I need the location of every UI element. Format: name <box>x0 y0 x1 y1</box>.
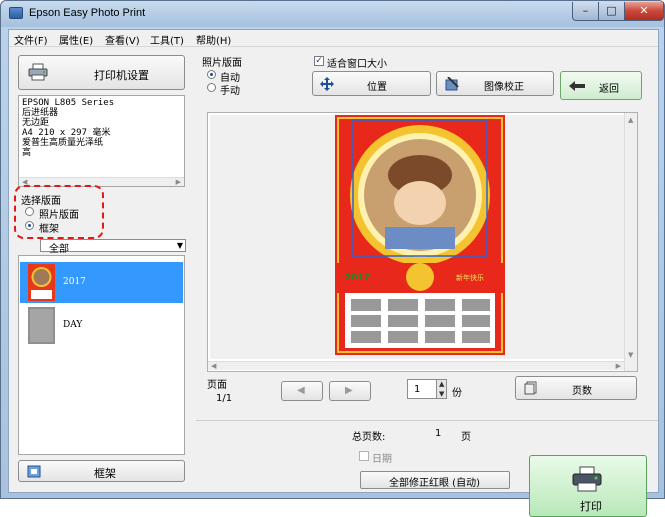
preview-year: 2017 <box>345 273 371 283</box>
back-arrow-icon <box>569 81 585 91</box>
image-correction-button[interactable]: 图像校正 <box>436 71 554 96</box>
preview-vscrollbar[interactable]: ▲ ▼ <box>624 113 637 371</box>
printer-settings-button[interactable]: 打印机设置 <box>18 55 185 90</box>
preview-canvas: 2017 新年快乐 <box>210 115 624 359</box>
image-correction-label: 图像校正 <box>484 82 524 93</box>
menu-bar: 文件(F) 属性(E) 查看(V) 工具(T) 帮助(H) <box>9 30 658 47</box>
position-label: 位置 <box>367 82 387 93</box>
copies-unit: 份 <box>452 388 462 399</box>
radio-photo-layout-label[interactable]: 照片版面 <box>39 206 79 221</box>
category-select-value: 全部 <box>49 244 69 255</box>
copies-input[interactable]: 1 <box>407 379 437 399</box>
menu-properties[interactable]: 属性(E) <box>59 32 93 47</box>
paper-type: 爱普生高质量光泽纸 <box>22 138 104 148</box>
minimize-button[interactable]: – <box>572 2 599 21</box>
printer-icon <box>28 63 48 81</box>
preview-scroll-left-icon[interactable]: ◀ <box>211 362 216 370</box>
frame-icon <box>27 465 41 478</box>
preview-greeting: 新年快乐 <box>456 274 484 282</box>
radio-auto[interactable] <box>207 70 216 79</box>
pages-button-label: 页数 <box>572 386 592 397</box>
menu-tools[interactable]: 工具(T) <box>150 32 184 47</box>
maximize-button[interactable]: □ <box>598 2 625 21</box>
border-setting: 无边距 <box>22 118 50 128</box>
copies-stepper[interactable]: ▲ ▼ <box>436 379 447 399</box>
next-page-icon: ▶ <box>345 385 353 396</box>
photo-layout-title: 照片版面 <box>202 58 242 69</box>
radio-frame-label[interactable]: 框架 <box>39 220 59 235</box>
printer-icon <box>572 466 602 492</box>
paper-size: A4 210 x 297 毫米 <box>22 128 111 138</box>
pages-button[interactable]: 页数 <box>515 376 637 400</box>
calendar-frame-preview <box>335 115 505 355</box>
fit-window-label[interactable]: 适合窗口大小 <box>327 55 387 70</box>
app-window: Epson Easy Photo Print – □ ✕ 文件(F) 属性(E)… <box>0 0 665 517</box>
print-quality: 高 <box>22 148 32 158</box>
radio-manual-label[interactable]: 手动 <box>220 82 240 97</box>
total-pages-value: 1 <box>435 428 442 439</box>
total-pages-unit: 页 <box>461 432 471 443</box>
image-correction-icon <box>445 77 459 91</box>
pages-icon <box>524 381 537 395</box>
scroll-right-icon[interactable]: ▶ <box>176 178 181 186</box>
frame-2017-label: 2017 <box>63 277 86 287</box>
print-button[interactable]: 打印 <box>529 455 647 517</box>
frame-list[interactable]: 2017 DAY <box>18 255 185 455</box>
printer-info-box: EPSON L805 Series 后进纸器 无边距 A4 210 x 297 … <box>18 95 185 187</box>
move-arrows-icon <box>320 77 334 91</box>
list-item-frame-2017[interactable]: 2017 <box>20 262 183 303</box>
back-label: 返回 <box>599 84 619 95</box>
printer-settings-label: 打印机设置 <box>94 69 149 82</box>
menu-file[interactable]: 文件(F) <box>14 32 48 47</box>
frame-day-thumbnail <box>28 307 55 344</box>
print-label: 打印 <box>580 500 602 513</box>
next-page-button[interactable]: ▶ <box>329 381 371 401</box>
menu-help[interactable]: 帮助(H) <box>196 32 231 47</box>
back-button[interactable]: 返回 <box>560 71 642 100</box>
menu-view[interactable]: 查看(V) <box>105 32 140 47</box>
page-label: 页面 <box>207 380 227 391</box>
app-icon <box>9 7 23 19</box>
frame-button-label: 框架 <box>94 467 116 480</box>
total-pages-label: 总页数: <box>352 432 386 443</box>
radio-frame[interactable] <box>25 221 34 230</box>
title-bar[interactable]: Epson Easy Photo Print – □ ✕ <box>1 1 664 27</box>
red-eye-button-label: 全部修正红眼 (自动) <box>389 478 480 489</box>
window-title: Epson Easy Photo Print <box>29 7 146 19</box>
stepper-up-icon[interactable]: ▲ <box>439 380 444 388</box>
client-area: 文件(F) 属性(E) 查看(V) 工具(T) 帮助(H) 打印机设置 EPSO… <box>8 29 659 517</box>
category-select[interactable]: 全部 ▼ <box>40 239 186 255</box>
stepper-down-icon[interactable]: ▼ <box>439 390 444 398</box>
date-checkbox[interactable] <box>359 451 369 461</box>
page-value: 1/1 <box>216 393 233 404</box>
fit-window-checkbox[interactable]: ✓ <box>314 56 324 66</box>
list-item-frame-day[interactable]: DAY <box>20 305 183 346</box>
layout-select-title: 选择版面 <box>21 196 61 207</box>
paper-source: 后进纸器 <box>22 108 59 118</box>
preview-scroll-right-icon[interactable]: ▶ <box>616 362 621 370</box>
radio-manual[interactable] <box>207 83 216 92</box>
red-eye-button[interactable]: 全部修正红眼 (自动) <box>360 471 510 489</box>
printer-model: EPSON L805 Series <box>22 98 115 108</box>
chevron-down-icon[interactable]: ▼ <box>177 241 183 250</box>
preview-scroll-up-icon[interactable]: ▲ <box>628 116 633 124</box>
preview-hscrollbar[interactable]: ◀ ▶ <box>208 361 624 370</box>
copies-value: 1 <box>414 384 421 395</box>
prev-page-icon: ◀ <box>297 385 305 396</box>
frame-2017-thumbnail <box>28 264 55 301</box>
frame-button[interactable]: 框架 <box>18 460 185 482</box>
preview-pane: 2017 新年快乐 ◀ ▶ ▲ ▼ <box>207 112 638 372</box>
frame-day-label: DAY <box>63 320 83 330</box>
radio-photo-layout[interactable] <box>25 207 34 216</box>
preview-scroll-down-icon[interactable]: ▼ <box>628 351 633 359</box>
prev-page-button[interactable]: ◀ <box>281 381 323 401</box>
position-button[interactable]: 位置 <box>312 71 431 96</box>
date-label[interactable]: 日期 <box>372 450 392 465</box>
close-button[interactable]: ✕ <box>624 2 664 21</box>
